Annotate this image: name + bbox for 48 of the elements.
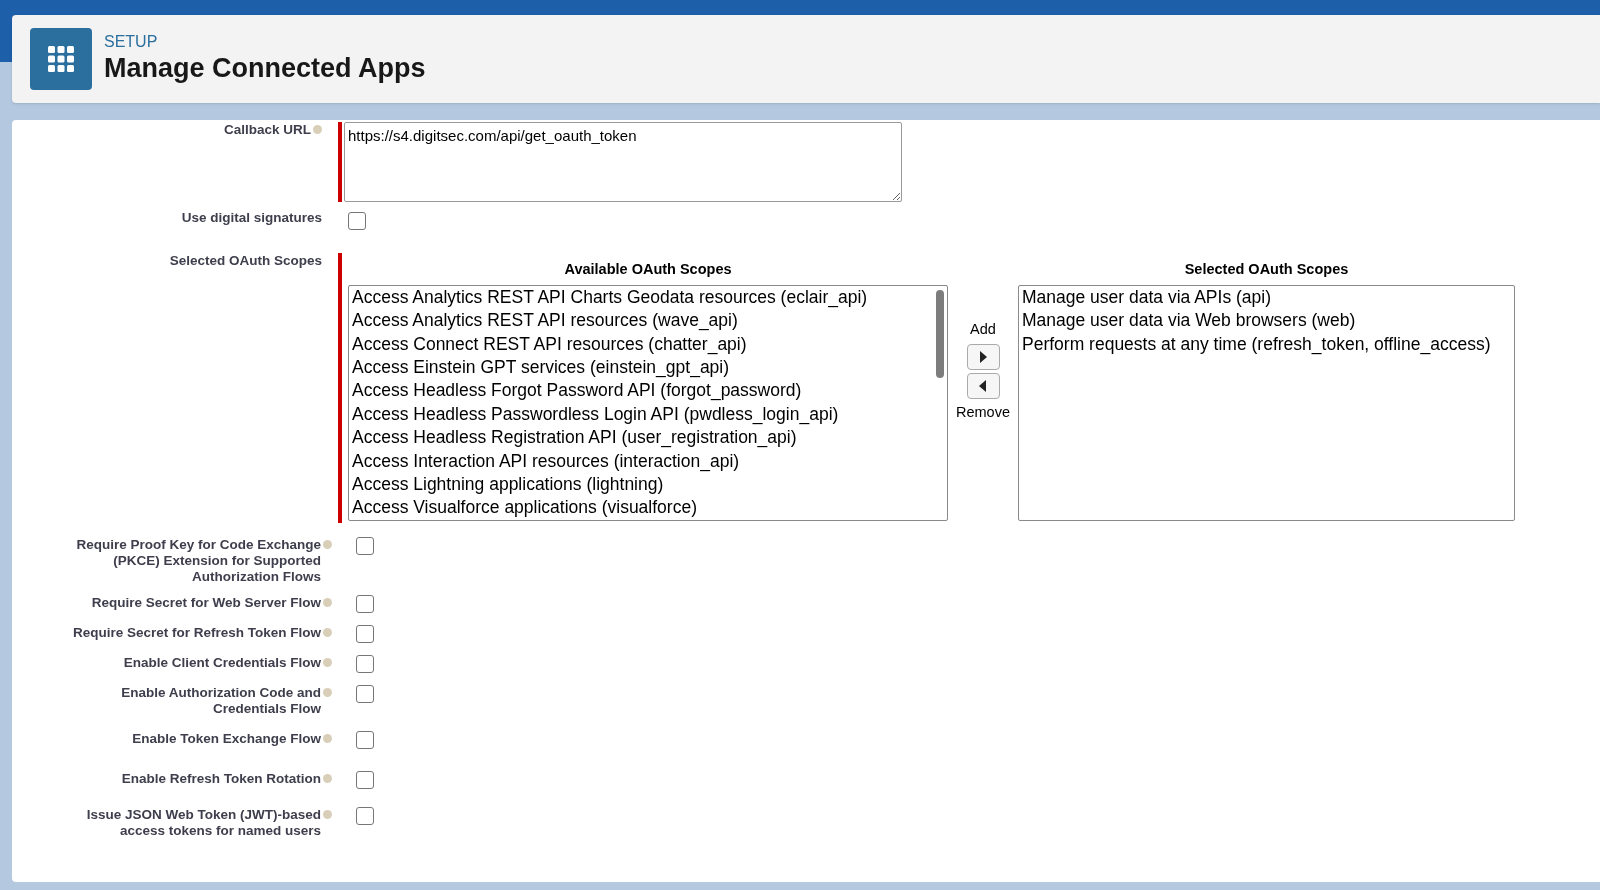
- field-label: Use digital signatures: [181, 210, 322, 226]
- field-label: Require Secret for Web Server Flow: [91, 594, 321, 611]
- scope-option[interactable]: Access Lightning applications (lightning): [352, 473, 664, 497]
- checkbox[interactable]: [356, 654, 374, 673]
- checkbox[interactable]: [356, 594, 374, 613]
- scrollbar-thumb[interactable]: [936, 289, 944, 378]
- scope-option[interactable]: Access Connect REST API resources (chatter_api): [352, 332, 747, 356]
- field-label: Enable Refresh Token Rotation: [121, 770, 321, 787]
- field-label: Enable Token Exchange Flow: [132, 730, 321, 747]
- list-heading: Selected OAuth Scopes: [1184, 260, 1349, 279]
- remove-button[interactable]: [966, 372, 1000, 399]
- checkbox[interactable]: [356, 624, 374, 643]
- scope-option[interactable]: Manage user data via Web browsers (web): [1022, 309, 1356, 333]
- scope-option[interactable]: Access Analytics REST API Charts Geodata resources (eclair_api): [352, 285, 868, 310]
- remove-label: Remove: [956, 402, 1010, 422]
- checkbox[interactable]: [356, 770, 374, 789]
- field-label: Selected OAuth Scopes: [169, 253, 322, 269]
- scope-option[interactable]: Manage user data via APIs (api): [1022, 285, 1272, 310]
- scope-option[interactable]: Access Headless Passwordless Login API (pwdless_login_api): [352, 402, 839, 427]
- add-button[interactable]: [966, 343, 1000, 370]
- app-grid-icon: [30, 28, 92, 90]
- field-label: Require Secret for Refresh Token Flow: [72, 624, 321, 641]
- field-label: Issue JSON Web Token (JWT)-based access tokens for named users: [85, 806, 321, 839]
- field-label: Enable Client Credentials Flow: [123, 654, 321, 671]
- checkbox[interactable]: [348, 212, 366, 230]
- field-label: Callback URL: [223, 122, 311, 138]
- checkbox[interactable]: [356, 684, 374, 703]
- scope-option[interactable]: Access Einstein GPT services (einstein_gpt_api): [352, 355, 730, 380]
- scope-option[interactable]: Access Headless Registration API (user_registration_api): [352, 426, 797, 450]
- checkbox[interactable]: [356, 806, 374, 825]
- scope-option[interactable]: Access Interaction API resources (interaction_api): [352, 449, 740, 473]
- scope-option[interactable]: Access Visualforce applications (visualforce): [352, 496, 697, 520]
- scope-option[interactable]: Perform requests at any time (refresh_token, offline_access): [1022, 332, 1491, 356]
- page-title: Manage Connected Apps: [104, 52, 426, 86]
- left-arrow-icon: [979, 379, 987, 392]
- scope-option[interactable]: Access Analytics REST API resources (wave_api): [352, 309, 738, 333]
- breadcrumb: SETUP: [104, 32, 159, 53]
- checkbox[interactable]: [356, 730, 374, 749]
- scope-listbox[interactable]: [348, 284, 948, 521]
- checkbox[interactable]: [356, 536, 374, 555]
- field-label: Enable Authorization Code and Credentials Flow: [120, 684, 321, 717]
- field-label: Require Proof Key for Code Exchange (PKCE) Extension for Supported Authorization Flows: [75, 536, 321, 585]
- scope-listbox[interactable]: Manage user data via APIs (api) Manage user data via Web browsers (web) Perform requests at any time (refresh_token, offline_access): [1018, 284, 1515, 521]
- add-label: Add: [970, 320, 996, 339]
- callback-url-field[interactable]: https://s4.digitsec.com/api/get_oauth_token: [344, 122, 902, 202]
- list-heading: Available OAuth Scopes: [564, 260, 732, 279]
- right-arrow-icon: [979, 350, 987, 363]
- scope-option[interactable]: Access Headless Forgot Password API (forgot_password): [352, 379, 802, 403]
